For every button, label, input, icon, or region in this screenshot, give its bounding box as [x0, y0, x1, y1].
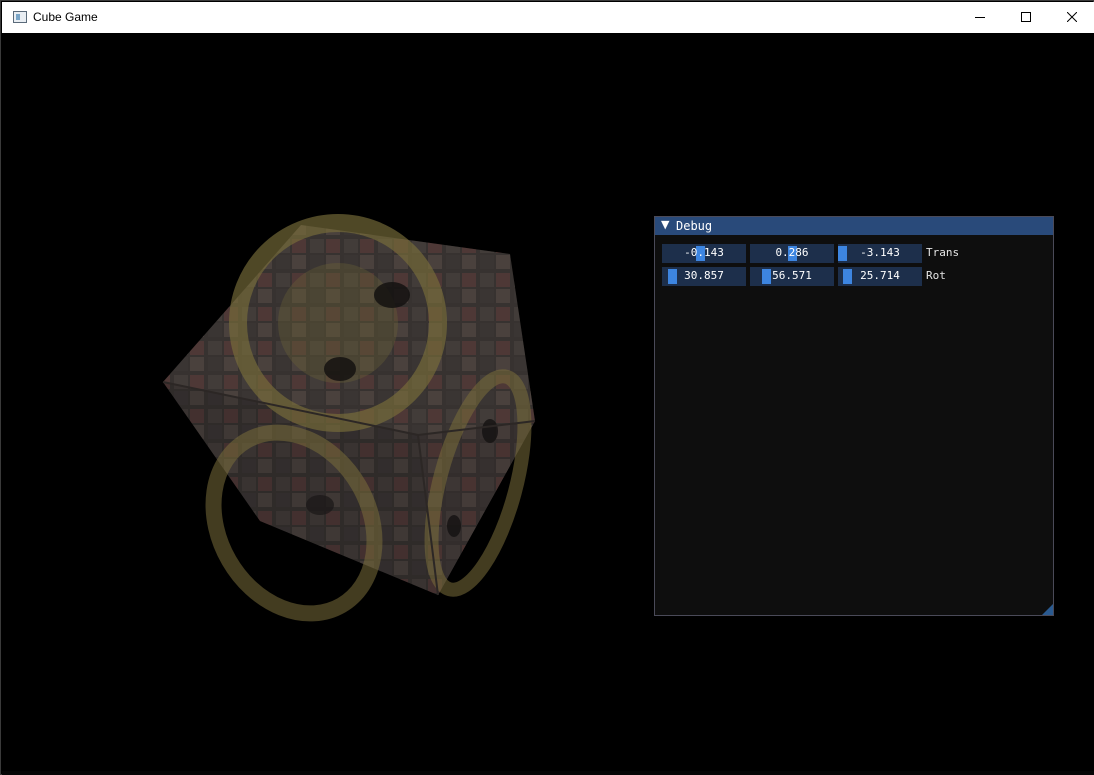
bottom-strip [2, 771, 1094, 775]
rot-y-slider[interactable]: 56.571 [750, 267, 834, 286]
trans-z-slider[interactable]: -3.143 [838, 244, 922, 263]
rot-z-slider[interactable]: 25.714 [838, 267, 922, 286]
minimize-button[interactable] [957, 2, 1003, 33]
title-bar[interactable]: Cube Game [2, 2, 1094, 33]
rot-label: Rot [926, 269, 946, 282]
app-window-icon [13, 11, 27, 23]
maximize-button[interactable] [1003, 2, 1049, 33]
maximize-icon [1021, 12, 1031, 22]
rot-x-value: 30.857 [684, 269, 724, 282]
trans-x-slider[interactable]: -0.143 [662, 244, 746, 263]
debug-title-bar[interactable]: ▼ Debug [655, 217, 1053, 235]
trans-label: Trans [926, 246, 960, 259]
rot-y-value: 56.571 [772, 269, 812, 282]
window-title: Cube Game [33, 10, 98, 24]
close-button[interactable] [1049, 2, 1094, 33]
trans-z-value: -3.143 [860, 246, 900, 259]
trans-y-value: 0.286 [775, 246, 809, 259]
rot-z-value: 25.714 [860, 269, 900, 282]
trans-x-value: -0.143 [684, 246, 724, 259]
minimize-icon [975, 17, 985, 18]
close-icon [1067, 12, 1077, 22]
resize-grip[interactable] [1042, 604, 1053, 615]
collapse-triangle-icon[interactable]: ▼ [661, 218, 669, 231]
rot-x-slider[interactable]: 30.857 [662, 267, 746, 286]
app-window: Cube Game ▼ Debug -0.143 0.286 -3.143 Tr… [0, 0, 1094, 775]
debug-title: Debug [676, 219, 713, 233]
debug-window[interactable]: ▼ Debug -0.143 0.286 -3.143 Trans 30.857 [654, 216, 1054, 616]
trans-y-slider[interactable]: 0.286 [750, 244, 834, 263]
